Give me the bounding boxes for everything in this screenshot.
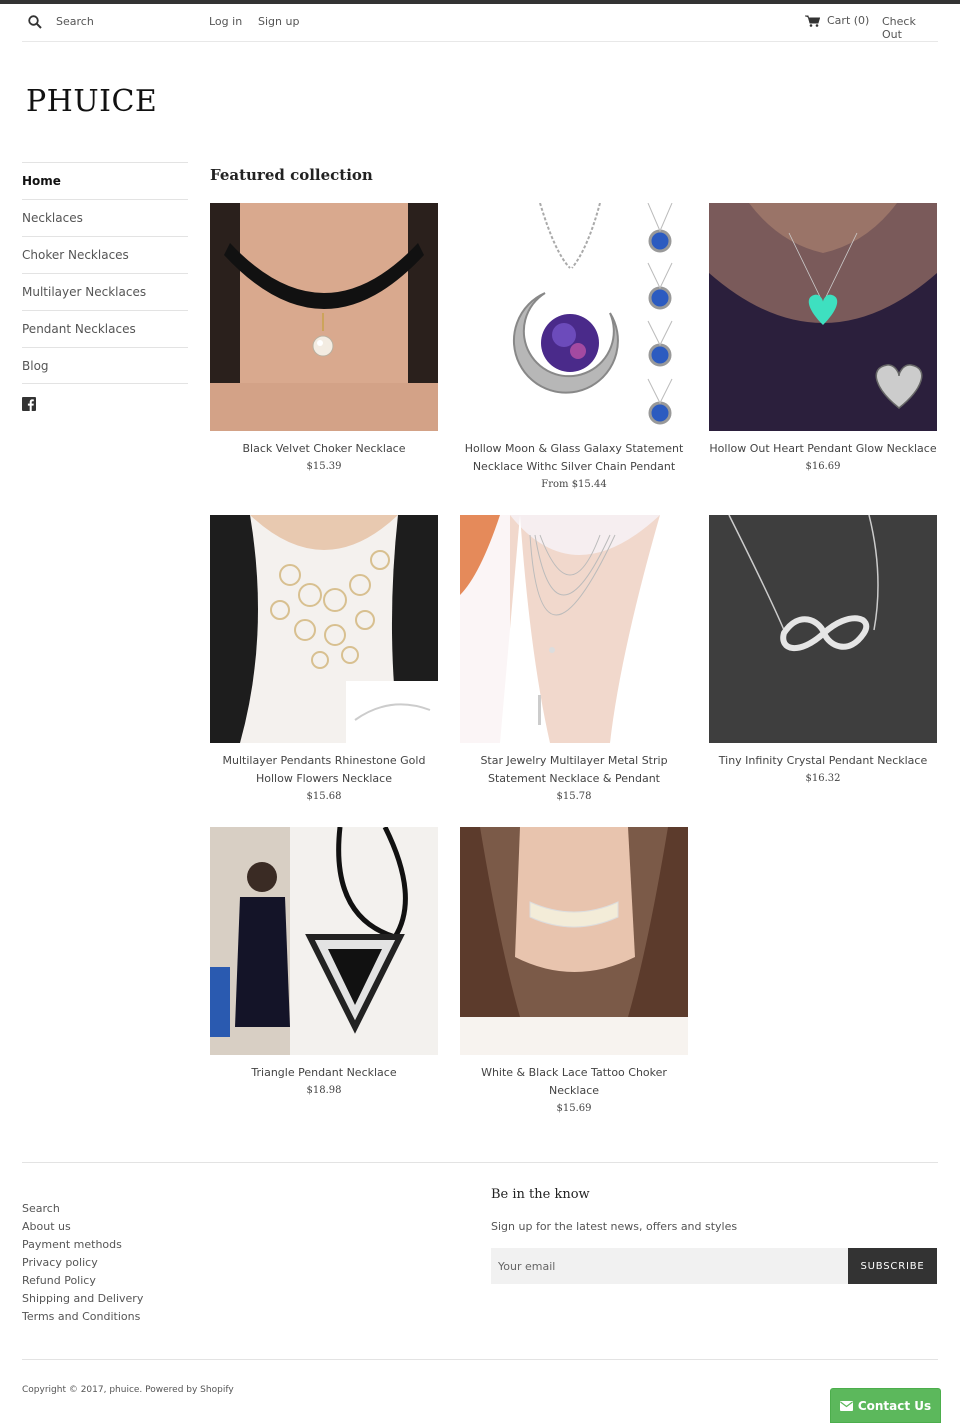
footer-link-refund[interactable]: Refund Policy [22,1272,143,1290]
product-price: From $15.44 [541,479,607,490]
copyright: Copyright © 2017, phuice. Powered by Sho… [22,1385,234,1395]
product-image[interactable] [709,203,937,431]
site-logo[interactable]: PHUICE [26,84,157,119]
footer-link-privacy[interactable]: Privacy policy [22,1254,143,1272]
product-price: $16.32 [805,773,841,784]
product-card[interactable]: White & Black Lace Tattoo Choker Necklac… [460,827,688,1118]
checkout-link[interactable]: Check Out [882,15,938,41]
product-name[interactable]: Triangle Pendant Necklace [210,1064,438,1082]
newsletter-title: Be in the know [491,1187,590,1202]
search-input[interactable]: Search [56,15,94,28]
product-image[interactable] [460,515,688,743]
product-price: $15.78 [556,791,592,802]
newsletter-text: Sign up for the latest news, offers and … [491,1220,738,1233]
product-name[interactable]: Hollow Out Heart Pendant Glow Necklace [709,440,937,458]
product-price: $16.69 [805,461,841,472]
footer-link-payment[interactable]: Payment methods [22,1236,143,1254]
product-image[interactable] [460,203,688,431]
sidebar-item-blog[interactable]: Blog [22,347,188,384]
product-image[interactable] [460,827,688,1055]
contact-us-label: Contact Us [857,1398,932,1413]
product-card[interactable]: Black Velvet Choker Necklace $15.39 [210,203,438,476]
product-name[interactable]: Tiny Infinity Crystal Pendant Necklace [709,752,937,770]
product-price: $18.98 [306,1085,342,1096]
product-name[interactable]: Hollow Moon & Glass Galaxy Statement Nec… [460,440,688,476]
footer-links: Search About us Payment methods Privacy … [22,1200,143,1326]
envelope-icon [839,1400,853,1411]
cart-link[interactable]: Cart (0) [805,14,869,27]
facebook-icon[interactable] [22,397,36,411]
product-image[interactable] [210,515,438,743]
product-name[interactable]: White & Black Lace Tattoo Choker Necklac… [460,1064,688,1100]
footer-divider [22,1359,938,1360]
product-price: $15.39 [306,461,342,472]
email-input[interactable] [491,1248,848,1284]
product-image[interactable] [210,827,438,1055]
sidebar-item-choker-necklaces[interactable]: Choker Necklaces [22,236,188,273]
sidebar-item-necklaces[interactable]: Necklaces [22,199,188,236]
footer-link-search[interactable]: Search [22,1200,143,1218]
signup-link[interactable]: Sign up [258,15,299,28]
footer-link-about[interactable]: About us [22,1218,143,1236]
footer-divider [22,1162,938,1163]
product-card[interactable]: Star Jewelry Multilayer Metal Strip Stat… [460,515,688,806]
sidebar-item-pendant-necklaces[interactable]: Pendant Necklaces [22,310,188,347]
product-card[interactable]: Triangle Pendant Necklace $18.98 [210,827,438,1100]
product-name[interactable]: Black Velvet Choker Necklace [210,440,438,458]
sidebar-nav: Home Necklaces Choker Necklaces Multilay… [22,162,188,384]
product-card[interactable]: Tiny Infinity Crystal Pendant Necklace $… [709,515,937,788]
product-name[interactable]: Multilayer Pendants Rhinestone Gold Holl… [210,752,438,788]
cart-icon [805,15,820,27]
product-card[interactable]: Hollow Out Heart Pendant Glow Necklace $… [709,203,937,476]
login-link[interactable]: Log in [209,15,242,28]
product-card[interactable]: Hollow Moon & Glass Galaxy Statement Nec… [460,203,688,494]
section-title: Featured collection [210,166,373,184]
top-bar: Search Log in Sign up Cart (0) Check Out [22,4,938,42]
sidebar-item-home[interactable]: Home [22,162,188,199]
product-image[interactable] [709,515,937,743]
search-icon[interactable] [28,15,42,29]
product-name[interactable]: Star Jewelry Multilayer Metal Strip Stat… [460,752,688,788]
product-price: $15.69 [556,1103,592,1114]
subscribe-button[interactable]: SUBSCRIBE [848,1248,937,1284]
footer-link-shipping[interactable]: Shipping and Delivery [22,1290,143,1308]
product-image[interactable] [210,203,438,431]
cart-label: Cart (0) [827,14,870,27]
sidebar-item-multilayer-necklaces[interactable]: Multilayer Necklaces [22,273,188,310]
footer-link-terms[interactable]: Terms and Conditions [22,1308,143,1326]
product-card[interactable]: Multilayer Pendants Rhinestone Gold Holl… [210,515,438,806]
contact-us-button[interactable]: Contact Us [830,1388,941,1423]
product-price: $15.68 [306,791,342,802]
